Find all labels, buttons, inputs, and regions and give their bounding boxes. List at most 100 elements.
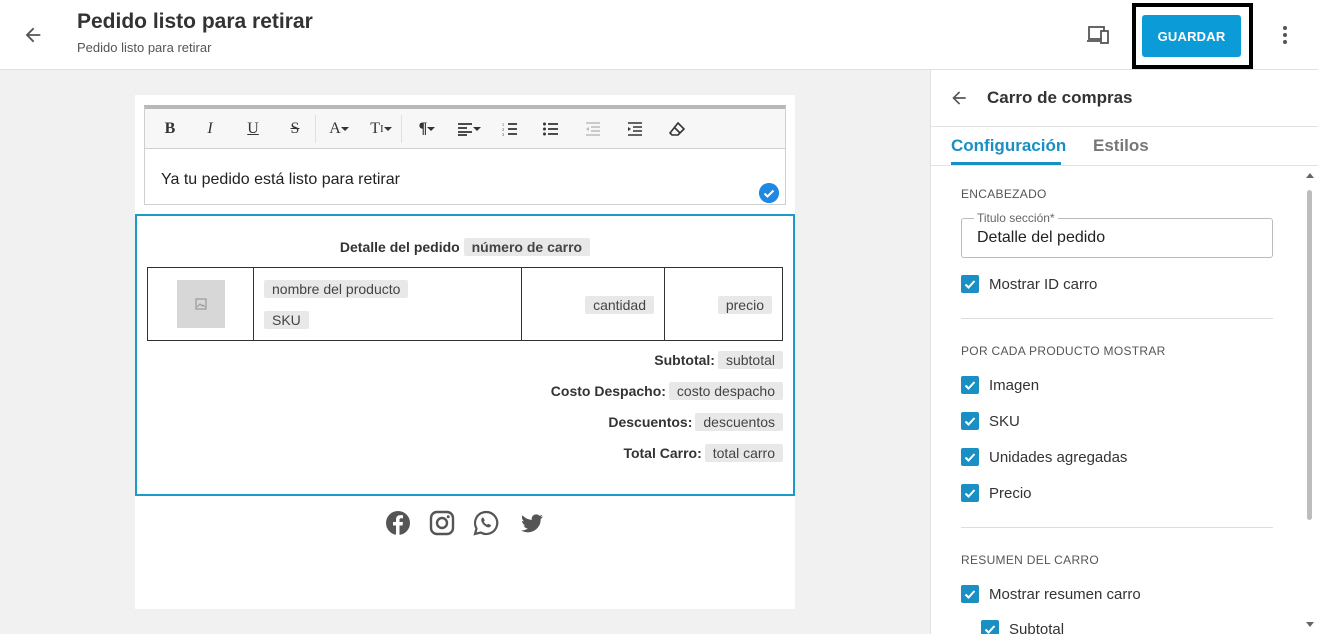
twitter-icon[interactable] [519,510,545,536]
editor-toolbar: B I U S A TI ¶ 1 2 3 [145,109,785,149]
back-arrow-icon[interactable] [22,24,44,46]
checkbox-checked-icon[interactable] [961,448,979,466]
product-table: nombre del producto SKU cantidad precio [147,267,783,341]
checkbox-checked-icon[interactable] [961,484,979,502]
section-label-producto: POR CADA PRODUCTO MOSTRAR [961,344,1166,358]
save-button[interactable]: GUARDAR [1142,15,1241,57]
confirm-check-icon[interactable] [759,183,779,203]
scroll-down-icon[interactable] [1306,620,1314,628]
image-placeholder [177,280,225,328]
scroll-thumb[interactable] [1307,190,1312,520]
bullet-list-button[interactable] [542,116,560,142]
panel-divider [931,126,1318,127]
checkbox-label: Subtotal [1009,620,1065,634]
clear-format-button[interactable] [668,116,686,142]
dropdown-caret-icon [383,127,392,131]
device-preview-icon[interactable] [1086,24,1110,46]
bullet-list-icon [543,122,558,136]
panel-scrollbar[interactable] [1305,170,1314,634]
panel-title: Carro de compras [987,88,1133,107]
align-left-icon [458,123,472,136]
section-title-field[interactable]: Titulo sección* [961,211,1273,258]
section-divider [961,318,1273,319]
show-subtotal-checkbox[interactable]: Subtotal [981,620,1064,634]
editor-content-text[interactable]: Ya tu pedido está listo para retirar [161,171,400,189]
whatsapp-icon[interactable] [473,510,499,536]
font-size-label: T [370,120,381,137]
instagram-icon[interactable] [429,510,455,536]
page-subtitle: Pedido listo para retirar [77,40,212,55]
save-highlight-box: GUARDAR [1132,3,1253,69]
font-size-button[interactable]: TI [367,116,395,142]
section-divider [961,527,1273,528]
strikethrough-button[interactable]: S [287,116,303,142]
show-units-checkbox[interactable]: Unidades agregadas [961,448,1127,466]
show-sku-checkbox[interactable]: SKU [961,412,1020,430]
checkbox-checked-icon[interactable] [961,376,979,394]
indent-icon [628,122,642,136]
product-image-cell [148,268,254,340]
summary-tag: costo despacho [668,382,783,400]
tab-configuracion[interactable]: Configuración [951,136,1066,156]
bold-button[interactable]: B [161,116,179,142]
checkbox-checked-icon[interactable] [961,412,979,430]
ordered-list-button[interactable]: 123 [501,116,519,142]
image-icon [195,298,207,310]
scroll-up-icon[interactable] [1306,172,1314,180]
underline-button[interactable]: U [245,116,261,142]
summary-label: Descuentos: [608,414,693,430]
rich-text-editor[interactable]: B I U S A TI ¶ 1 2 3 Ya tu pedido está l… [144,105,786,205]
show-summary-checkbox[interactable]: Mostrar resumen carro [961,585,1141,603]
dropdown-caret-icon [340,127,349,131]
top-header: Pedido listo para retirar Pedido listo p… [0,0,1318,70]
checkbox-label: SKU [989,412,1020,430]
cart-title: Detalle del pedido número de carro [137,238,793,256]
section-label-resumen: RESUMEN DEL CARRO [961,553,1100,567]
italic-button[interactable]: I [203,116,217,142]
checkbox-label: Mostrar ID carro [989,275,1098,293]
paragraph-label: ¶ [418,120,428,137]
align-button[interactable] [455,116,483,142]
checkbox-label: Imagen [989,376,1040,394]
email-canvas: B I U S A TI ¶ 1 2 3 Ya tu pedido está l… [0,70,930,634]
show-price-checkbox[interactable]: Precio [961,484,1032,502]
facebook-icon[interactable] [385,510,411,536]
section-title-input[interactable] [977,229,1257,247]
shopping-cart-block[interactable]: Detalle del pedido número de carro nombr… [135,214,795,496]
checkbox-label: Mostrar resumen carro [989,585,1141,603]
tab-estilos[interactable]: Estilos [1093,136,1149,156]
email-paper: B I U S A TI ¶ 1 2 3 Ya tu pedido está l… [135,95,795,609]
shipping-cost-row: Costo Despacho: costo despacho [551,382,783,400]
product-name-tag: nombre del producto [264,280,409,298]
checkbox-checked-icon[interactable] [981,620,999,634]
price-cell: precio [665,268,782,340]
font-color-label: A [329,120,341,137]
panel-back-arrow-icon[interactable] [949,88,969,108]
summary-label: Total Carro: [623,445,702,461]
eraser-icon [669,122,685,136]
ordered-list-icon: 123 [502,122,517,136]
dropdown-caret-icon [427,127,436,131]
font-color-button[interactable]: A [325,116,353,142]
more-options-icon[interactable] [1276,24,1294,46]
summary-label: Costo Despacho: [550,383,666,399]
summary-tag: total carro [704,444,783,462]
field-legend: Titulo sección* [974,211,1058,225]
cart-number-tag: número de carro [463,238,591,256]
checkbox-label: Precio [989,484,1032,502]
quantity-tag: cantidad [585,296,654,314]
indent-button[interactable] [626,116,644,142]
settings-panel: Carro de compras Configuración Estilos E… [930,70,1318,634]
cart-title-label: Detalle del pedido [339,239,460,255]
toolbar-separator [401,115,402,143]
show-cart-id-checkbox[interactable]: Mostrar ID carro [961,275,1097,293]
outdent-button[interactable] [584,116,602,142]
checkbox-checked-icon[interactable] [961,275,979,293]
page-title: Pedido listo para retirar [77,10,313,33]
toolbar-separator [315,115,316,143]
show-image-checkbox[interactable]: Imagen [961,376,1039,394]
svg-text:3: 3 [502,132,504,136]
checkbox-label: Unidades agregadas [989,448,1128,466]
checkbox-checked-icon[interactable] [961,585,979,603]
paragraph-button[interactable]: ¶ [413,116,441,142]
